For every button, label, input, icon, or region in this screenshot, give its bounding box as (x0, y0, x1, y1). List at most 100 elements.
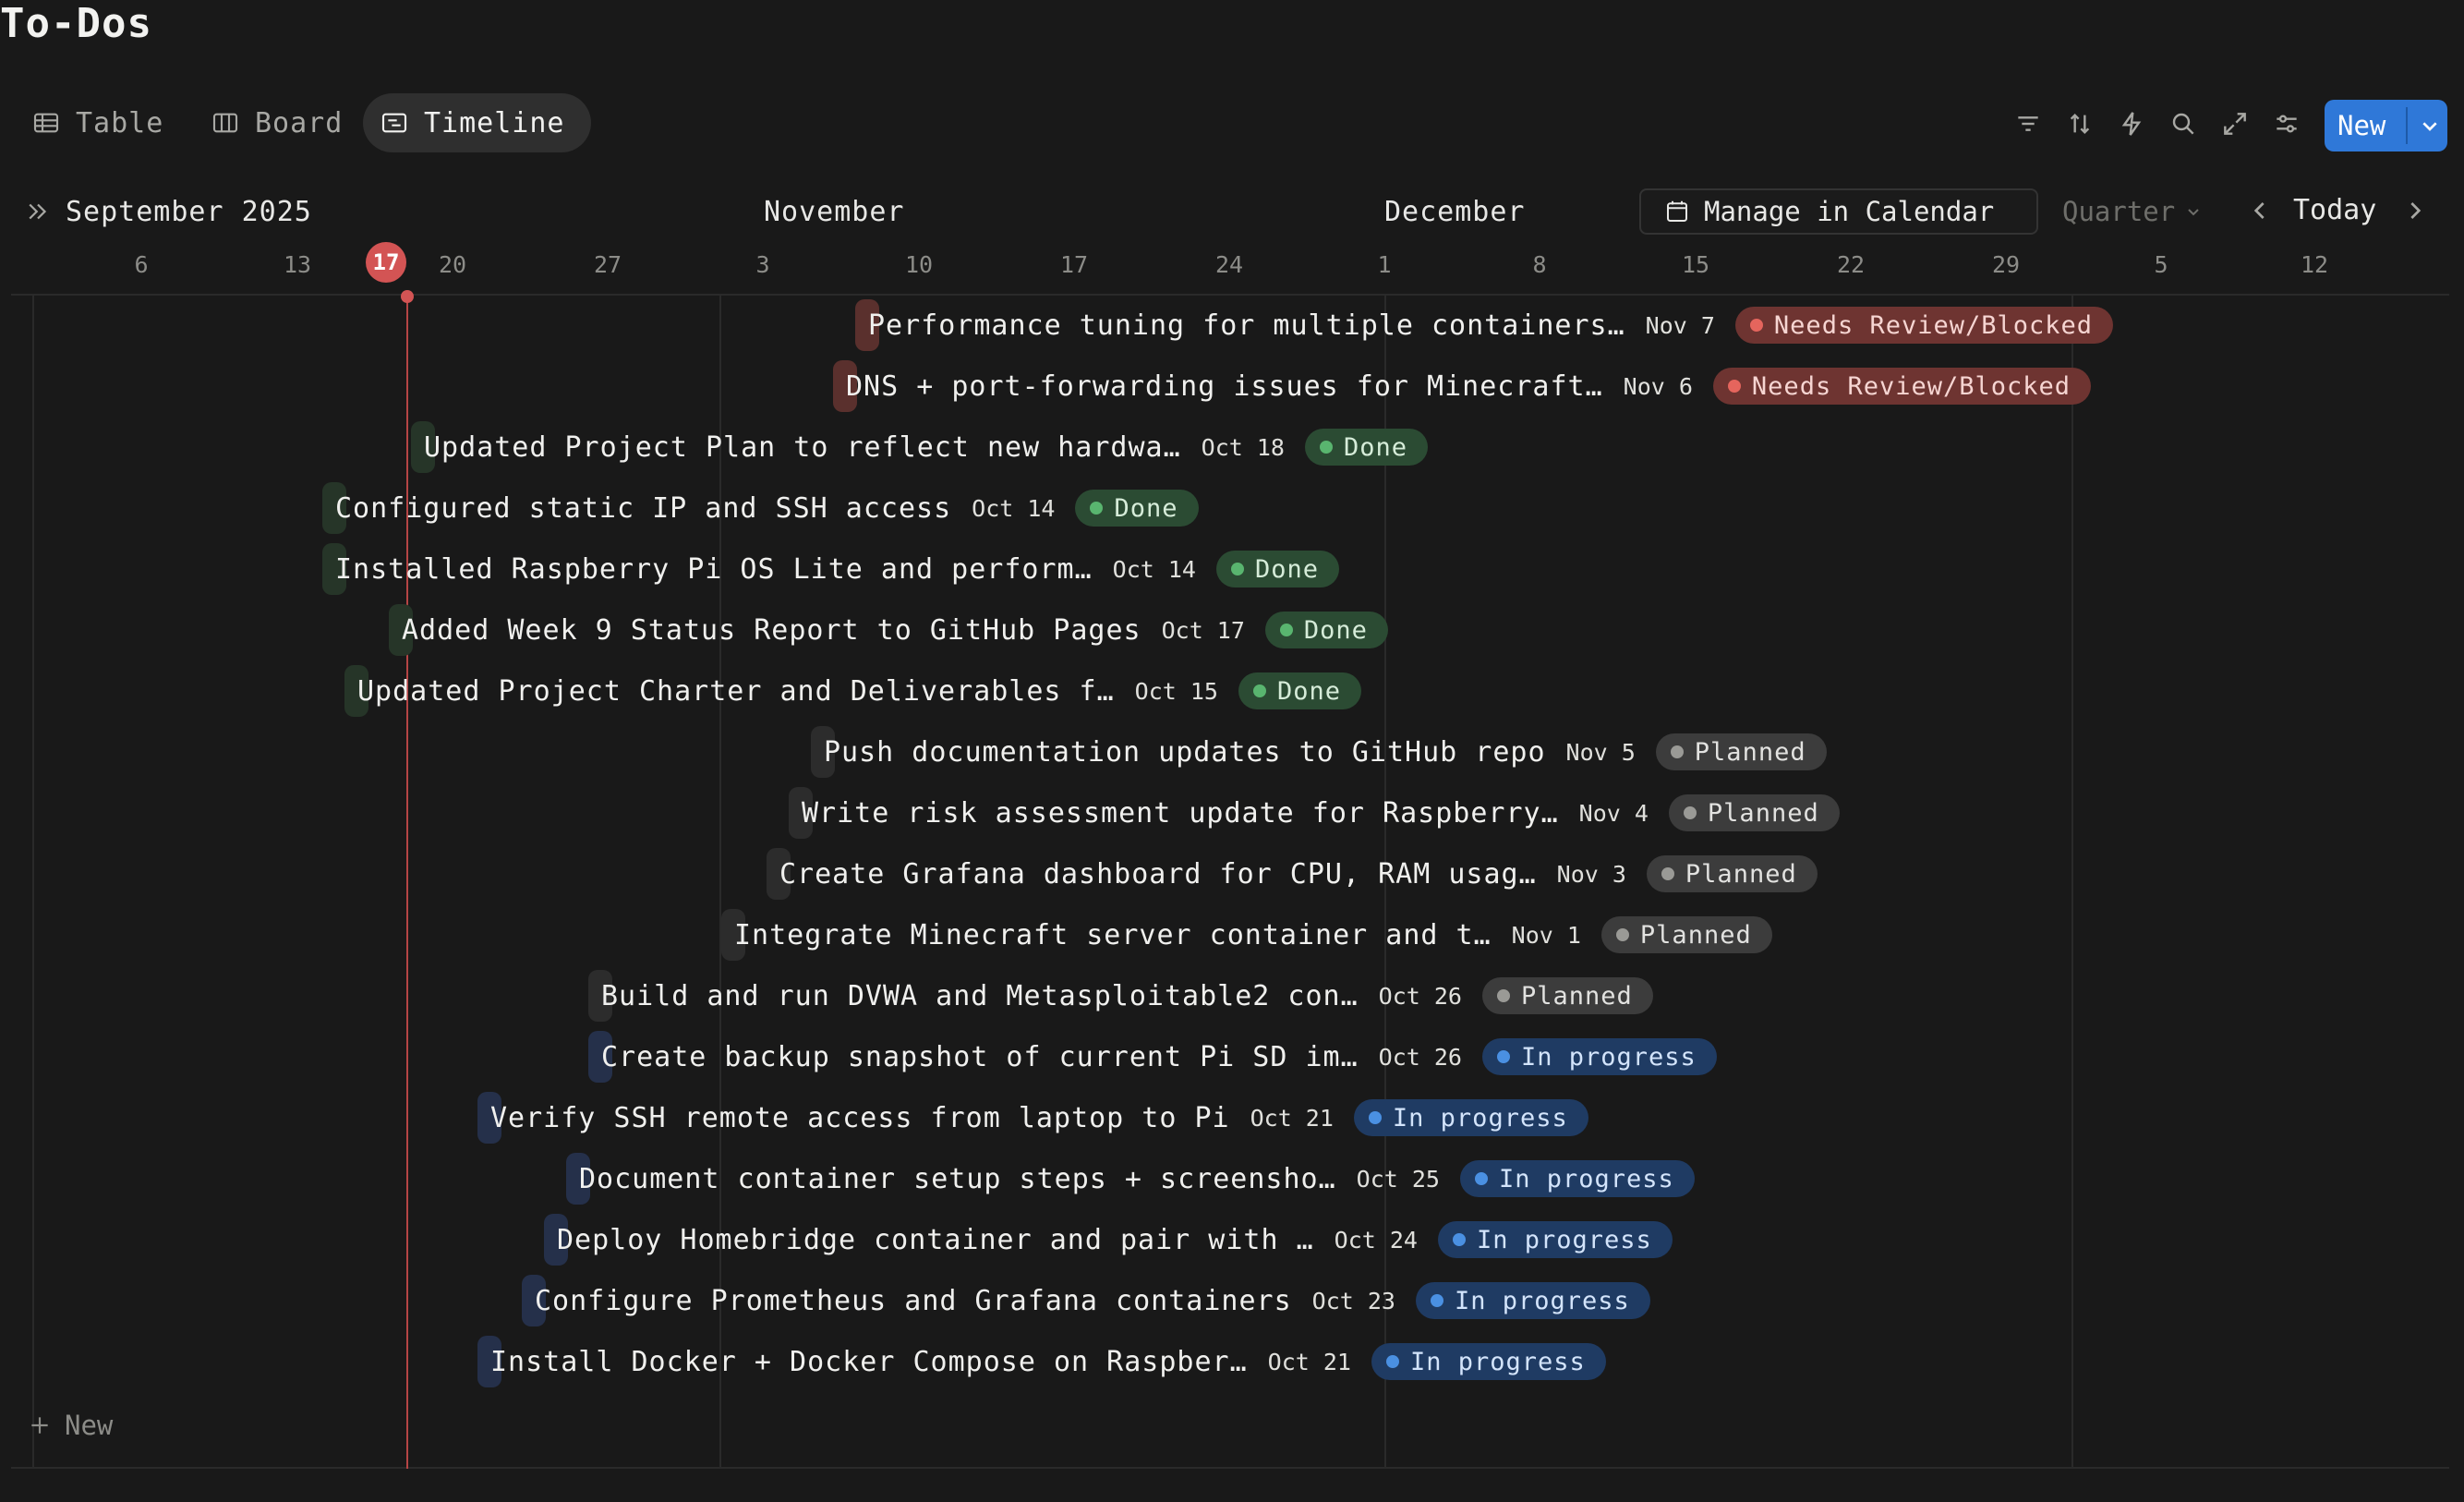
task-title: Install Docker + Docker Compose on Raspb… (490, 1345, 1248, 1378)
task-date: Oct 26 (1378, 1043, 1462, 1071)
task-date: Nov 6 (1623, 372, 1693, 400)
task-row[interactable]: Installed Raspberry Pi OS Lite and perfo… (322, 543, 1339, 595)
new-button-divider (2406, 107, 2408, 144)
status-label: Done (1254, 554, 1319, 584)
task-title: Verify SSH remote access from laptop to … (490, 1101, 1230, 1134)
add-new-task-button[interactable]: New (28, 1410, 113, 1441)
status-dot (1749, 319, 1763, 332)
status-dot (1727, 380, 1741, 393)
task-row[interactable]: Configure Prometheus and Grafana contain… (522, 1275, 1650, 1326)
range-select[interactable]: Quarter (2062, 196, 2204, 227)
status-badge: Done (1264, 612, 1388, 648)
tab-timeline[interactable]: Timeline (363, 93, 591, 152)
status-dot (1430, 1294, 1443, 1307)
tab-board[interactable]: Board (194, 93, 365, 152)
status-label: Planned (1639, 920, 1752, 950)
task-row[interactable]: Added Week 9 Status Report to GitHub Pag… (389, 604, 1388, 656)
task-row[interactable]: Document container setup steps + screens… (566, 1153, 1695, 1205)
task-row[interactable]: DNS + port-forwarding issues for Minecra… (833, 360, 2092, 412)
task-date: Oct 21 (1267, 1348, 1351, 1375)
task-row[interactable]: Create backup snapshot of current Pi SD … (588, 1031, 1717, 1083)
tab-table[interactable]: Table (15, 93, 186, 152)
header-divider (11, 294, 2449, 296)
task-row[interactable]: Performance tuning for multiple containe… (855, 299, 2114, 351)
month-september: September 2025 (66, 196, 312, 228)
status-badge: In progress (1353, 1099, 1588, 1136)
task-row[interactable]: Deploy Homebridge container and pair wit… (544, 1214, 1673, 1266)
status-badge: In progress (1481, 1038, 1717, 1075)
footer-divider (11, 1467, 2449, 1469)
task-row[interactable]: Updated Project Plan to reflect new hard… (411, 421, 1428, 473)
status-dot (1474, 1172, 1488, 1185)
calendar-icon (1667, 200, 1687, 222)
expand-icon[interactable] (2220, 109, 2250, 139)
automation-icon[interactable] (2117, 109, 2146, 139)
task-title: Updated Project Charter and Deliverables… (357, 674, 1115, 708)
today-line (406, 296, 408, 1469)
status-label: In progress (1454, 1286, 1630, 1315)
task-row[interactable]: Push documentation updates to GitHub rep… (811, 726, 1827, 778)
month-november: November (764, 196, 905, 228)
task-title: Write risk assessment update for Raspber… (802, 796, 1559, 830)
status-label: Done (1343, 432, 1407, 462)
status-dot (1279, 624, 1293, 636)
timeline-icon (381, 113, 407, 133)
task-title: Configure Prometheus and Grafana contain… (535, 1284, 1292, 1317)
day-tick: 15 (1681, 251, 1710, 278)
status-badge: Done (1238, 672, 1361, 709)
status-label: Planned (1520, 981, 1633, 1011)
task-date: Nov 5 (1565, 738, 1636, 766)
task-title: Build and run DVWA and Metasploitable2 c… (601, 979, 1359, 1012)
task-title: Installed Raspberry Pi OS Lite and perfo… (335, 552, 1093, 586)
grid-line (32, 296, 34, 1467)
task-row[interactable]: Create Grafana dashboard for CPU, RAM us… (767, 848, 1818, 900)
new-button[interactable]: New (2325, 100, 2447, 151)
task-title: Document container setup steps + screens… (579, 1162, 1336, 1195)
search-icon[interactable] (2168, 109, 2198, 139)
task-date: Oct 25 (1356, 1165, 1440, 1193)
today-button[interactable]: Today (2293, 194, 2376, 226)
status-dot (1661, 867, 1674, 880)
task-title: Create backup snapshot of current Pi SD … (601, 1040, 1359, 1073)
task-row[interactable]: Install Docker + Docker Compose on Raspb… (477, 1336, 1606, 1387)
status-dot (1496, 989, 1510, 1002)
table-icon (33, 113, 59, 133)
task-date: Oct 18 (1201, 433, 1285, 461)
chevron-right-icon[interactable] (2399, 196, 2429, 225)
task-row[interactable]: Updated Project Charter and Deliverables… (344, 665, 1361, 717)
collapse-sidebar-icon[interactable] (24, 198, 52, 225)
tab-board-label: Board (255, 106, 344, 139)
task-date: Nov 4 (1578, 799, 1649, 827)
task-date: Oct 26 (1378, 982, 1462, 1010)
status-label: Planned (1707, 798, 1819, 828)
task-row[interactable]: Write risk assessment update for Raspber… (789, 787, 1840, 839)
day-tick: 10 (904, 251, 934, 278)
status-badge: Needs Review/Blocked (1712, 368, 2092, 405)
status-label: Planned (1694, 737, 1806, 767)
new-button-label: New (2337, 110, 2386, 141)
task-row[interactable]: Build and run DVWA and Metasploitable2 c… (588, 970, 1653, 1022)
settings-icon[interactable] (2272, 109, 2301, 139)
task-date: Oct 23 (1311, 1287, 1395, 1314)
status-badge: Planned (1600, 916, 1772, 953)
task-date: Oct 24 (1334, 1226, 1418, 1254)
chevron-down-icon (2188, 209, 2199, 216)
task-row[interactable]: Integrate Minecraft server container and… (721, 909, 1772, 961)
day-tick: 8 (1532, 251, 1547, 278)
filter-icon[interactable] (2013, 109, 2043, 139)
task-row[interactable]: Verify SSH remote access from laptop to … (477, 1092, 1588, 1144)
status-label: Needs Review/Blocked (1773, 310, 2094, 340)
task-date: Oct 17 (1161, 616, 1245, 644)
sort-icon[interactable] (2065, 109, 2095, 139)
chevron-down-icon[interactable] (2415, 111, 2445, 140)
status-dot (1368, 1111, 1382, 1124)
status-badge: In progress (1437, 1221, 1673, 1258)
status-dot (1230, 563, 1244, 575)
status-badge: Done (1304, 429, 1428, 466)
status-badge: Planned (1655, 733, 1827, 770)
manage-in-calendar-button[interactable]: Manage in Calendar (1639, 188, 2038, 235)
task-row[interactable]: Configured static IP and SSH access Oct … (322, 482, 1199, 534)
chevron-left-icon[interactable] (2246, 196, 2276, 225)
status-label: Planned (1685, 859, 1797, 889)
status-badge: In progress (1371, 1343, 1606, 1380)
